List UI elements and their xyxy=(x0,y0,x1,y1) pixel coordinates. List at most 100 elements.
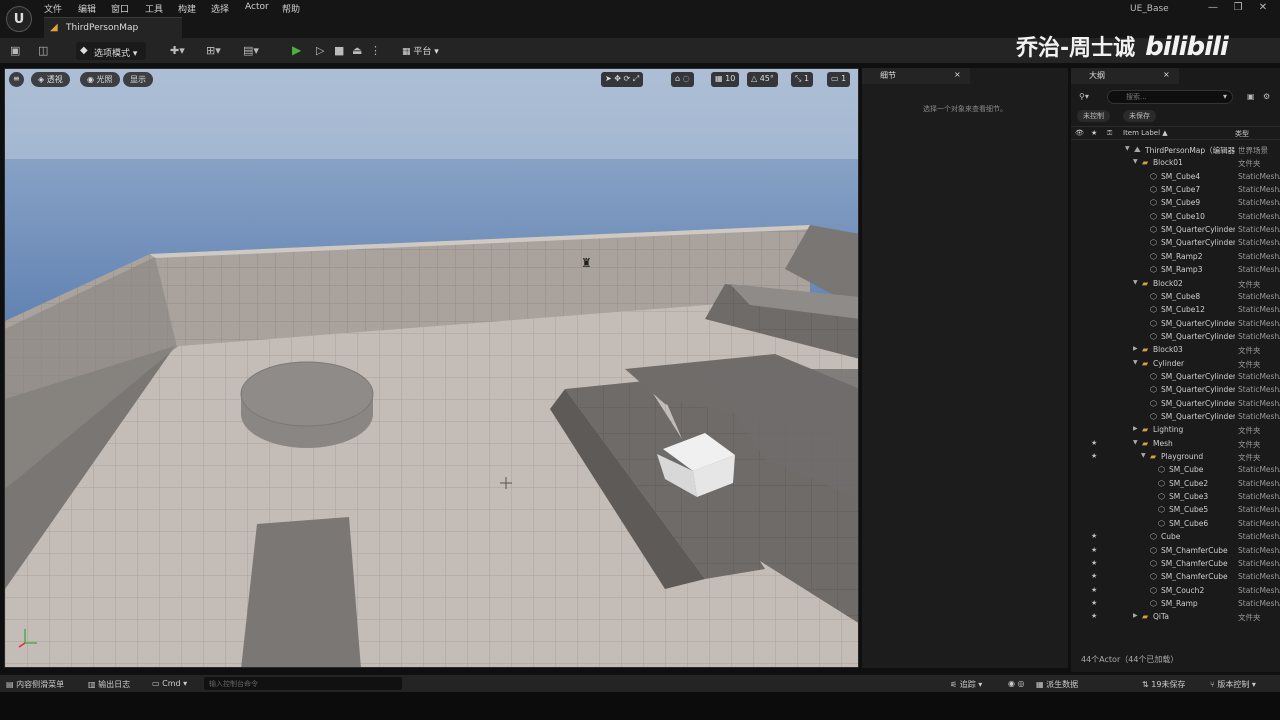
output-log-button[interactable]: ▥ 输出日志 xyxy=(88,679,130,690)
close-details-icon[interactable]: × xyxy=(954,70,961,79)
outliner-row[interactable]: ⬡ SM_QuarterCylinderStaticMeshActor xyxy=(1071,318,1280,331)
outliner-row[interactable]: ⬡ SM_QuarterCylinderStaticMeshActor xyxy=(1071,237,1280,250)
menu-edit[interactable]: 编辑 xyxy=(78,2,96,15)
column-type[interactable]: 类型 xyxy=(1235,129,1249,139)
outliner-row[interactable]: ★ ⬡ Cube StaticMeshActor xyxy=(1071,531,1280,544)
menu-help[interactable]: 帮助 xyxy=(282,2,300,15)
search-dropdown-icon[interactable]: ▾ xyxy=(1223,92,1227,101)
menu-file[interactable]: 文件 xyxy=(44,2,62,15)
trace-button[interactable]: ⚟ 追踪 ▾ xyxy=(950,679,982,690)
pinned-star-icon[interactable]: ★ xyxy=(1091,586,1097,594)
expand-arrow-icon[interactable]: ▶ xyxy=(1133,425,1138,432)
outliner-row[interactable]: ⬡ SM_Cube6 StaticMeshActor xyxy=(1071,518,1280,531)
chip-unsaved[interactable]: 未保存 xyxy=(1123,110,1156,122)
menu-build[interactable]: 构建 xyxy=(178,2,196,15)
level-viewport[interactable]: ♜ ≡ ◈ 透视 ◉ 光照 显示 ➤ ✥ ⟳ ⤢ ⌂ ◌ ▦ 10 △ 45° … xyxy=(4,68,859,668)
outliner-row[interactable]: ▼ ▰ Block01 文件夹 xyxy=(1071,157,1280,170)
rotation-snap-button[interactable]: △ 45° xyxy=(747,72,778,87)
perspective-button[interactable]: ◈ 透视 xyxy=(31,72,70,87)
outliner-row[interactable]: ★ ⬡ SM_Ramp StaticMeshActor xyxy=(1071,598,1280,611)
column-item-label[interactable]: Item Label ▲ xyxy=(1123,129,1168,137)
pinned-star-icon[interactable]: ★ xyxy=(1091,452,1097,460)
expand-arrow-icon[interactable]: ▶ xyxy=(1133,345,1138,352)
outliner-row[interactable]: ⬡ SM_Cube8 StaticMeshActor xyxy=(1071,291,1280,304)
outliner-row[interactable]: ★ ⬡ SM_ChamferCube StaticMeshActor xyxy=(1071,558,1280,571)
content-drawer-button[interactable]: ▤ 内容侧滑菜单 xyxy=(6,679,64,690)
chip-uncontrolled[interactable]: 未控制 xyxy=(1077,110,1110,122)
outliner-row[interactable]: ⬡ SM_Cube4 StaticMeshActor xyxy=(1071,171,1280,184)
outliner-row[interactable]: ★ ⬡ SM_ChamferCube StaticMeshActor xyxy=(1071,545,1280,558)
outliner-search-input[interactable]: 搜索... xyxy=(1107,90,1233,104)
settings-icon[interactable]: ⚙ xyxy=(1263,92,1270,101)
record-icon[interactable]: ◉ ◎ xyxy=(1008,679,1025,688)
outliner-row[interactable]: ⬡ SM_QuarterCylinderStaticMeshActor xyxy=(1071,331,1280,344)
close-outliner-icon[interactable]: × xyxy=(1163,70,1170,79)
derived-data-button[interactable]: ▦ 派生数据 xyxy=(1036,679,1078,690)
grid-snap-button[interactable]: ▦ 10 xyxy=(711,72,740,87)
unreal-logo-icon[interactable]: U xyxy=(6,6,32,32)
outliner-row[interactable]: ★ ▼ ▰ Mesh 文件夹 xyxy=(1071,438,1280,451)
outliner-row[interactable]: ⬡ SM_Cube StaticMeshActor xyxy=(1071,464,1280,477)
lighting-button[interactable]: ◉ 光照 xyxy=(80,72,120,87)
source-control-button[interactable]: ⑂ 版本控制 ▾ xyxy=(1210,679,1256,690)
outliner-row[interactable]: ▶ ▰ Lighting 文件夹 xyxy=(1071,424,1280,437)
expand-arrow-icon[interactable]: ▼ xyxy=(1133,439,1138,446)
outliner-row[interactable]: ★ ▼ ▰ Playground 文件夹 xyxy=(1071,451,1280,464)
content-browser-icon[interactable]: ◫ xyxy=(38,44,48,57)
blueprint-icon[interactable]: ⊞▾ xyxy=(206,44,221,57)
transform-tools[interactable]: ➤ ✥ ⟳ ⤢ xyxy=(601,72,644,87)
pin-icon[interactable]: ★ xyxy=(1091,129,1097,137)
outliner-row[interactable]: ▶ ▰ Block03 文件夹 xyxy=(1071,344,1280,357)
play-icon[interactable]: ▶ xyxy=(292,43,306,57)
outliner-row[interactable]: ▼ ▰ Cylinder 文件夹 xyxy=(1071,358,1280,371)
expand-arrow-icon[interactable]: ▼ xyxy=(1133,158,1138,165)
pinned-star-icon[interactable]: ★ xyxy=(1091,532,1097,540)
tab-details[interactable]: 细节 × xyxy=(862,68,970,84)
outliner-row[interactable]: ⬡ SM_Cube12 StaticMeshActor xyxy=(1071,304,1280,317)
cinematics-icon[interactable]: ▤▾ xyxy=(243,44,259,57)
outliner-row[interactable]: ▼ ▰ Block02 文件夹 xyxy=(1071,278,1280,291)
menu-actor[interactable]: Actor xyxy=(245,2,269,12)
play-options-icon[interactable]: ⋮ xyxy=(370,44,381,57)
camera-speed-button[interactable]: ▭ 1 xyxy=(827,72,851,87)
outliner-row[interactable]: ▼ ⛰ ThirdPersonMap（编辑器） 世界场景 xyxy=(1071,144,1280,157)
outliner-row[interactable]: ⬡ SM_QuarterCylinderStaticMeshActor xyxy=(1071,384,1280,397)
outliner-row[interactable]: ⬡ SM_QuarterCylinderStaticMeshActor xyxy=(1071,371,1280,384)
expand-arrow-icon[interactable]: ▼ xyxy=(1133,359,1138,366)
eject-icon[interactable]: ⏏ xyxy=(352,44,362,57)
menu-select[interactable]: 选择 xyxy=(211,2,229,15)
show-button[interactable]: 显示 xyxy=(123,72,153,87)
expand-arrow-icon[interactable]: ▼ xyxy=(1125,145,1130,152)
expand-arrow-icon[interactable]: ▼ xyxy=(1133,279,1138,286)
outliner-row[interactable]: ⬡ SM_Cube2 StaticMeshActor xyxy=(1071,478,1280,491)
outliner-row[interactable]: ⬡ SM_QuarterCylinderStaticMeshActor xyxy=(1071,398,1280,411)
menu-tools[interactable]: 工具 xyxy=(145,2,163,15)
minimize-icon[interactable]: — xyxy=(1206,2,1220,13)
outliner-row[interactable]: ⬡ SM_Ramp3 StaticMeshActor xyxy=(1071,264,1280,277)
pinned-star-icon[interactable]: ★ xyxy=(1091,439,1097,447)
outliner-row[interactable]: ⬡ SM_Cube9 StaticMeshActor xyxy=(1071,197,1280,210)
outliner-row[interactable]: ⬡ SM_Cube3 StaticMeshActor xyxy=(1071,491,1280,504)
outliner-row[interactable]: ⬡ SM_Ramp2 StaticMeshActor xyxy=(1071,251,1280,264)
lock-icon[interactable]: ⚿ xyxy=(1107,129,1112,138)
expand-arrow-icon[interactable]: ▼ xyxy=(1141,452,1146,459)
save-icon[interactable]: ▣ xyxy=(10,44,20,57)
close-window-icon[interactable]: ✕ xyxy=(1256,2,1270,13)
unsaved-button[interactable]: ⇅ 19未保存 xyxy=(1142,679,1185,690)
platform-button[interactable]: ▦ 平台 ▾ xyxy=(402,44,439,57)
stop-icon[interactable]: ■ xyxy=(334,44,344,57)
tab-third-person-map[interactable]: ◢ ThirdPersonMap xyxy=(44,17,182,38)
expand-arrow-icon[interactable]: ▶ xyxy=(1133,612,1138,619)
outliner-row[interactable]: ★ ⬡ SM_ChamferCube StaticMeshActor xyxy=(1071,571,1280,584)
add-folder-icon[interactable]: ▣ xyxy=(1247,92,1255,101)
pinned-star-icon[interactable]: ★ xyxy=(1091,612,1097,620)
maximize-icon[interactable]: ❐ xyxy=(1231,2,1245,13)
outliner-row[interactable]: ★ ⬡ SM_Couch2 StaticMeshActor xyxy=(1071,585,1280,598)
tab-outliner[interactable]: 大纲 × xyxy=(1071,68,1179,84)
outliner-row[interactable]: ⬡ SM_QuarterCylinderStaticMeshActor xyxy=(1071,224,1280,237)
outliner-row[interactable]: ⬡ SM_Cube5 StaticMeshActor xyxy=(1071,504,1280,517)
console-command-input[interactable]: 输入控制台命令 xyxy=(204,677,402,690)
pinned-star-icon[interactable]: ★ xyxy=(1091,572,1097,580)
outliner-row[interactable]: ⬡ SM_Cube7 StaticMeshActor xyxy=(1071,184,1280,197)
step-icon[interactable]: ▷ xyxy=(316,44,324,57)
